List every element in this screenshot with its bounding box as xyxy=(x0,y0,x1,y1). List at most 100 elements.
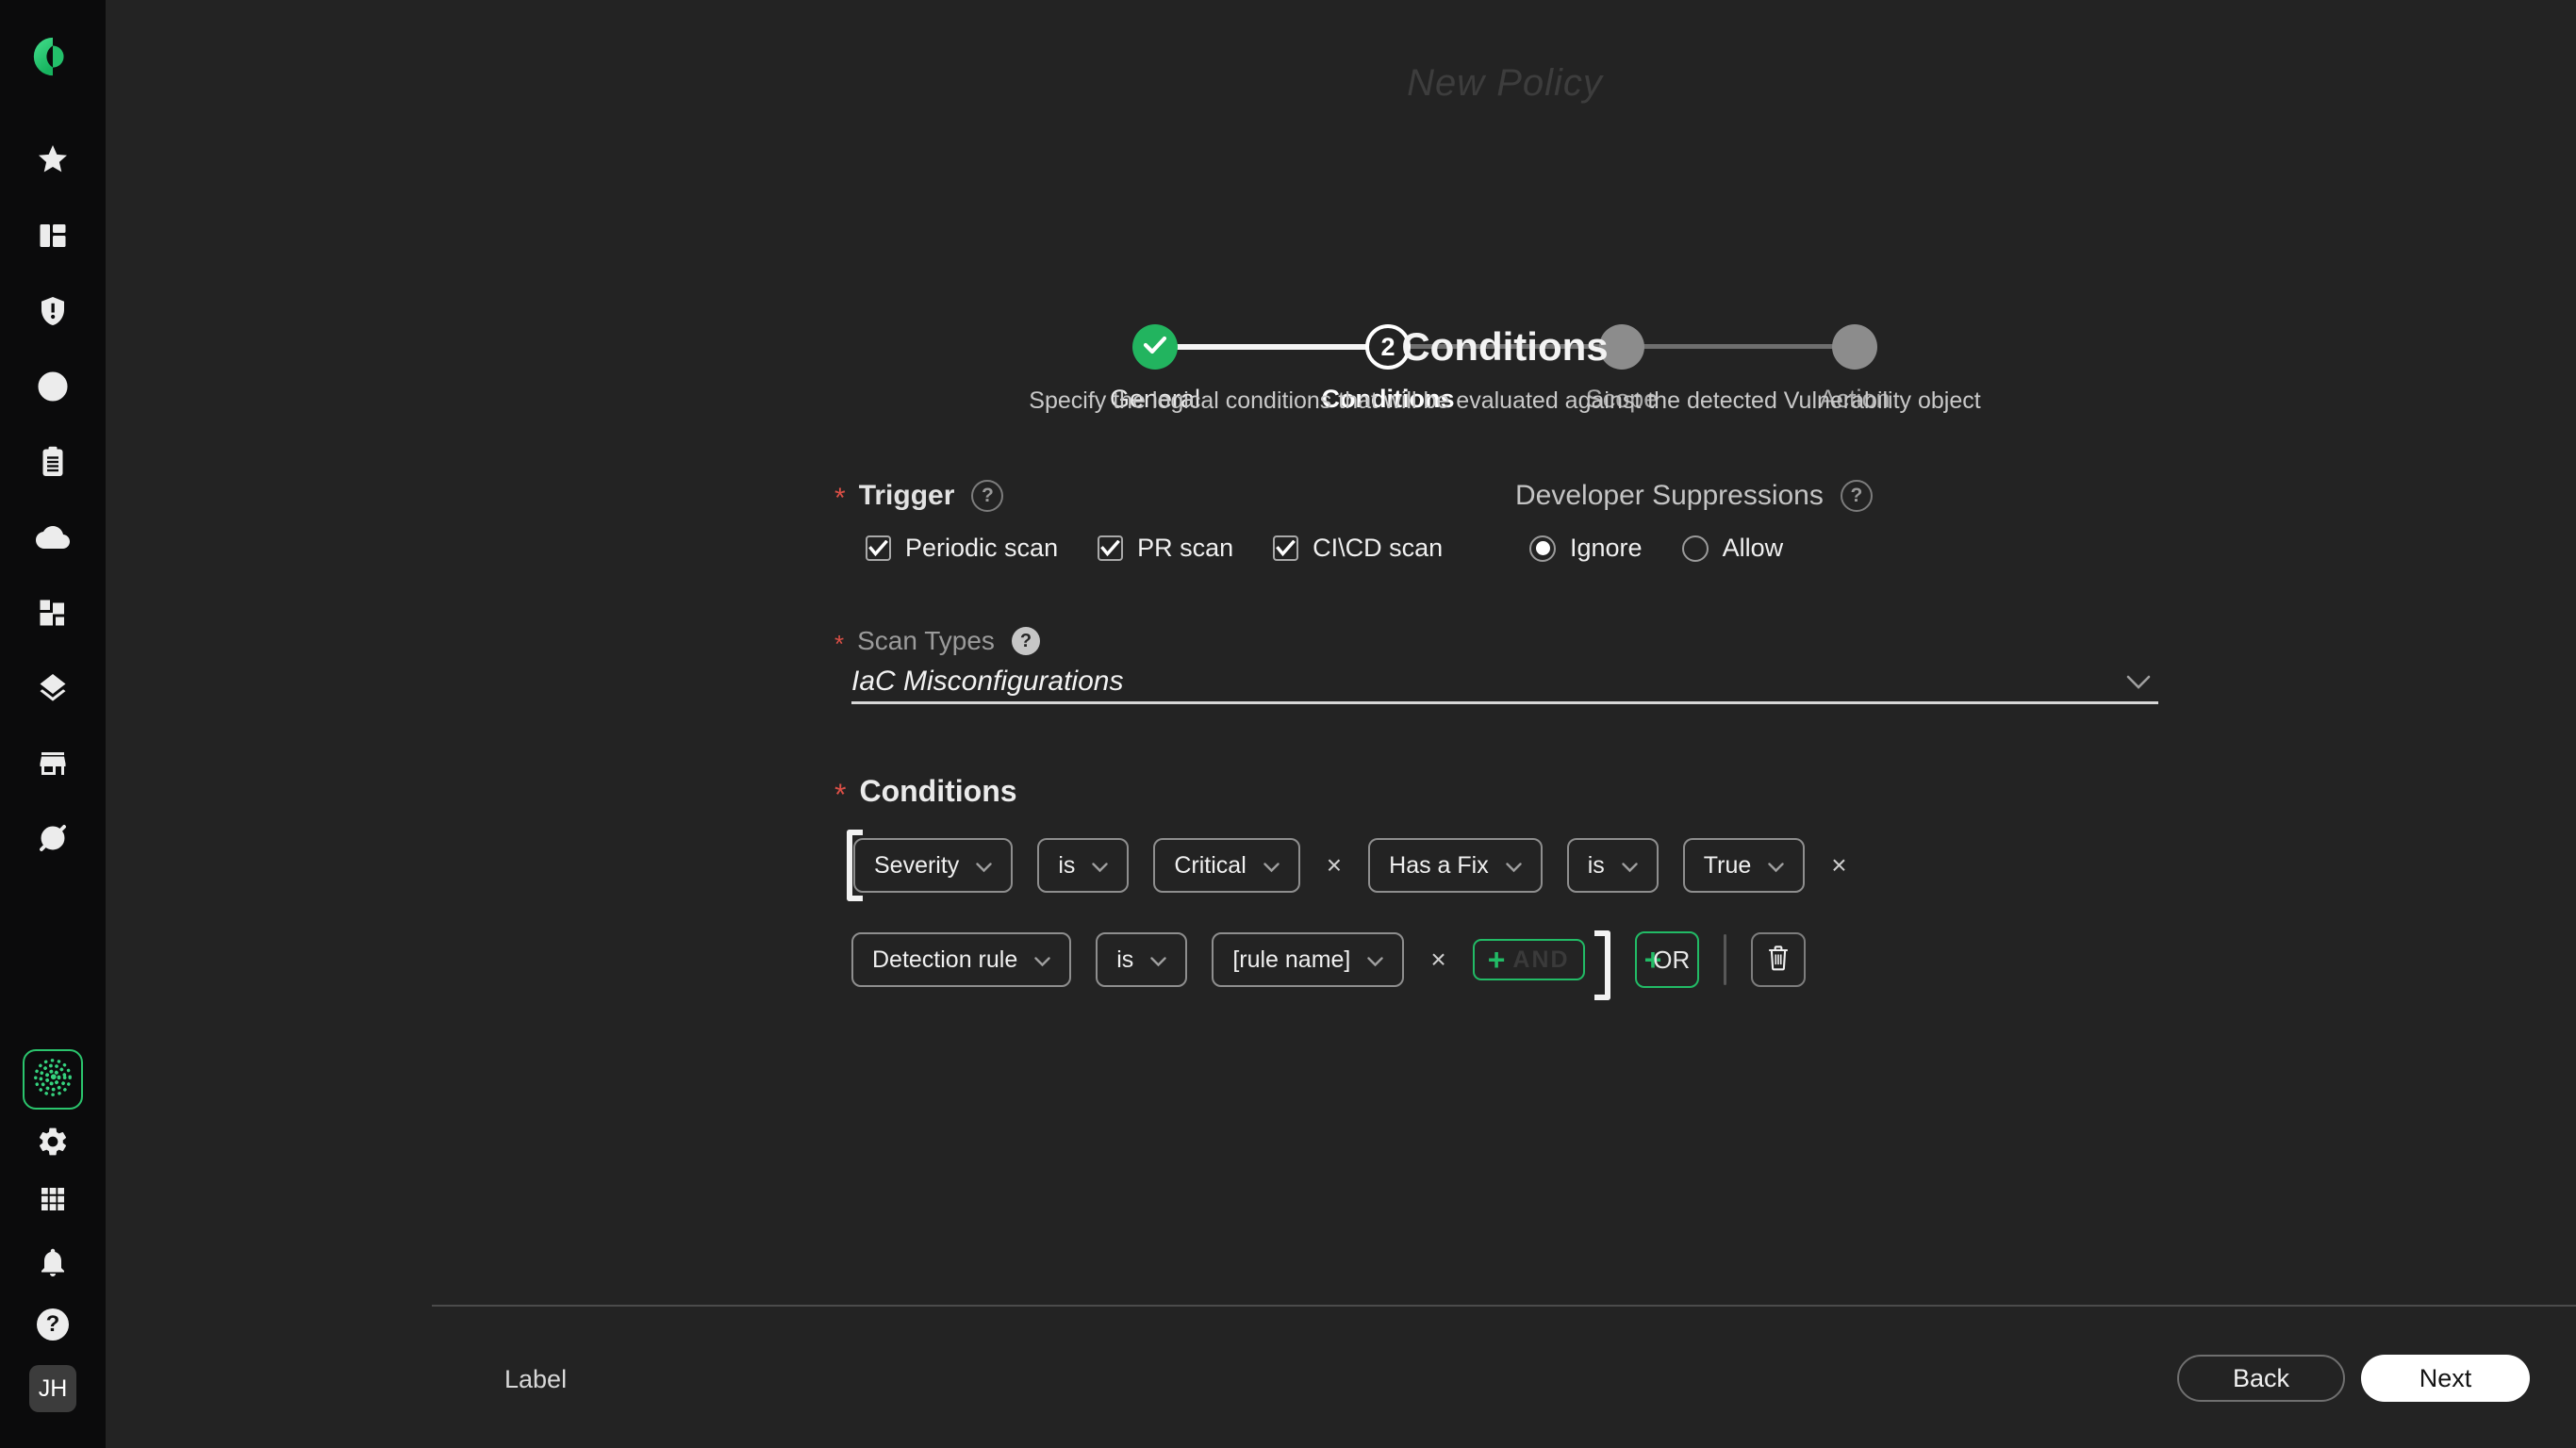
dotted-spiral-icon xyxy=(31,1056,74,1104)
widgets-icon xyxy=(36,596,70,634)
sidebar-item-favorites[interactable] xyxy=(32,140,74,182)
condition-value-select[interactable]: True xyxy=(1683,838,1805,893)
scan-types-select[interactable]: IaC Misconfigurations xyxy=(851,666,2158,698)
next-button[interactable]: Next xyxy=(2361,1355,2530,1402)
group-bracket-open xyxy=(847,830,863,901)
add-and-button[interactable]: + AND xyxy=(1473,939,1585,980)
checkbox-pr-scan[interactable]: PR scan xyxy=(1098,534,1233,563)
developer-suppressions-options: Ignore Allow xyxy=(1529,534,1783,563)
dashboard-icon xyxy=(36,219,70,257)
remove-condition-button[interactable]: × xyxy=(1829,850,1848,880)
chip-text: is xyxy=(1058,852,1075,880)
condition-field-select[interactable]: Severity xyxy=(853,838,1013,893)
target-icon xyxy=(36,370,70,408)
select-underline xyxy=(851,701,2158,704)
radio-label: Allow xyxy=(1723,534,1784,563)
chip-text: Critical xyxy=(1174,852,1246,880)
chevron-down-icon xyxy=(1506,852,1522,880)
condition-field-select[interactable]: Has a Fix xyxy=(1368,838,1543,893)
trigger-label: Trigger xyxy=(859,480,955,512)
user-avatar[interactable]: JH xyxy=(29,1365,76,1412)
checkbox-icon[interactable] xyxy=(866,535,891,561)
checkbox-label: CI\CD scan xyxy=(1313,534,1443,563)
group-bracket-close xyxy=(1594,930,1610,1000)
page-subtitle: Specify the logical conditions that will… xyxy=(851,387,2158,415)
brand-logo-icon[interactable] xyxy=(32,36,74,77)
gauge-icon xyxy=(36,821,70,860)
checkbox-label: Periodic scan xyxy=(905,534,1058,563)
chevron-down-icon xyxy=(1367,946,1383,974)
sidebar-item-layers[interactable] xyxy=(32,669,74,711)
gear-icon xyxy=(36,1125,70,1163)
checkbox-cicd-scan[interactable]: CI\CD scan xyxy=(1273,534,1443,563)
chevron-down-icon xyxy=(976,852,992,880)
sidebar-item-help[interactable]: ? xyxy=(32,1304,74,1345)
chevron-down-icon[interactable] xyxy=(2126,675,2151,694)
radio-ignore[interactable]: Ignore xyxy=(1529,534,1643,563)
footer-divider xyxy=(432,1305,2576,1307)
chip-text: Detection rule xyxy=(872,946,1017,974)
chevron-down-icon xyxy=(1150,946,1166,974)
sidebar-item-apps[interactable] xyxy=(32,1180,74,1222)
add-or-button[interactable]: + OR xyxy=(1635,931,1700,988)
chevron-down-icon xyxy=(1034,946,1050,974)
checkbox-icon[interactable] xyxy=(1098,535,1123,561)
cloud-icon xyxy=(36,520,70,559)
layers-icon xyxy=(36,671,70,710)
sidebar-item-settings[interactable] xyxy=(32,1123,74,1164)
condition-operator-select[interactable]: is xyxy=(1037,838,1129,893)
sidebar-item-gauge[interactable] xyxy=(32,819,74,861)
chip-text: Severity xyxy=(874,852,959,880)
chevron-down-icon xyxy=(1263,852,1280,880)
required-asterisk: * xyxy=(834,780,846,810)
chevron-down-icon xyxy=(1622,852,1638,880)
back-button[interactable]: Back xyxy=(2177,1355,2345,1402)
conditions-label: Conditions xyxy=(859,774,1016,809)
required-asterisk: * xyxy=(834,485,846,513)
developer-suppressions-help-icon[interactable]: ? xyxy=(1841,480,1873,512)
chip-text: [rule name] xyxy=(1232,946,1350,974)
sidebar-item-cloud[interactable] xyxy=(32,518,74,560)
scan-types-help-icon[interactable]: ? xyxy=(1012,627,1040,655)
add-and-label: AND xyxy=(1512,946,1569,974)
radio-icon[interactable] xyxy=(1682,535,1709,562)
delete-group-button[interactable] xyxy=(1751,932,1806,987)
conditions-heading: * Conditions xyxy=(834,774,1017,809)
sidebar-item-security[interactable] xyxy=(32,292,74,334)
sidebar-item-reports[interactable] xyxy=(32,443,74,485)
developer-suppressions-label: Developer Suppressions xyxy=(1515,480,1824,512)
condition-value-select[interactable]: [rule name] xyxy=(1212,932,1404,987)
add-or-label: OR xyxy=(1653,946,1690,975)
new-policy-page: ? JH New Policy 2 General Conditions Sco… xyxy=(0,0,2576,1448)
sidebar-item-notifications[interactable] xyxy=(32,1243,74,1285)
required-asterisk: * xyxy=(834,632,844,656)
sidebar-item-marketplace[interactable] xyxy=(32,745,74,786)
condition-operator-select[interactable]: is xyxy=(1096,932,1187,987)
condition-operator-select[interactable]: is xyxy=(1567,838,1659,893)
star-icon xyxy=(36,142,70,181)
radio-allow[interactable]: Allow xyxy=(1682,534,1784,563)
chip-text: is xyxy=(1588,852,1605,880)
remove-condition-button[interactable]: × xyxy=(1428,945,1447,975)
scan-types-label: Scan Types xyxy=(857,626,995,656)
checkbox-icon[interactable] xyxy=(1273,535,1298,561)
plus-icon: + xyxy=(1488,945,1506,975)
apps-grid-icon xyxy=(36,1182,70,1221)
vertical-divider xyxy=(1724,934,1726,985)
trigger-options: Periodic scan PR scan CI\CD scan xyxy=(866,534,1443,563)
trigger-help-icon[interactable]: ? xyxy=(971,480,1003,512)
condition-field-select[interactable]: Detection rule xyxy=(851,932,1071,987)
sidebar-item-active-policies[interactable] xyxy=(23,1049,83,1110)
scan-types-heading: * Scan Types ? xyxy=(834,626,1040,656)
condition-value-select[interactable]: Critical xyxy=(1153,838,1299,893)
bell-icon xyxy=(36,1245,70,1284)
sidebar-item-target[interactable] xyxy=(32,368,74,409)
condition-row-2: Detection rule is [rule name] × + AND + … xyxy=(851,925,1806,995)
remove-condition-button[interactable]: × xyxy=(1325,850,1344,880)
radio-icon-selected[interactable] xyxy=(1529,535,1556,562)
page-title: Conditions xyxy=(851,324,2158,370)
sidebar-item-widgets[interactable] xyxy=(32,594,74,635)
sidebar-item-dashboard[interactable] xyxy=(32,217,74,258)
shield-alert-icon xyxy=(36,294,70,333)
checkbox-periodic-scan[interactable]: Periodic scan xyxy=(866,534,1058,563)
